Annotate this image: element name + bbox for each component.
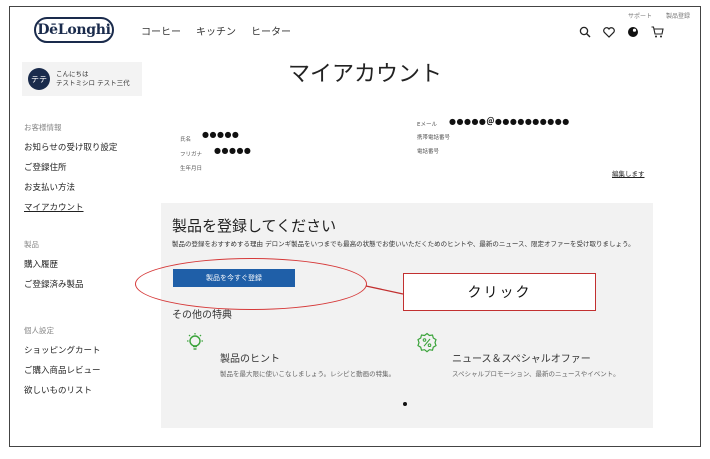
sidebar-item-payment-methods[interactable]: お支払い方法	[24, 181, 75, 193]
sidebar-item-registered-products[interactable]: ご登録済み製品	[24, 278, 84, 290]
main-nav: コーヒー キッチン ヒーター	[141, 23, 291, 38]
email-value: ●●●●●＠●●●●●●●●●●	[449, 117, 570, 126]
kana-label: フリガナ	[180, 152, 203, 158]
name-label: 氏名	[180, 137, 192, 143]
register-title: 製品を登録してください	[172, 217, 337, 235]
sidebar-section-personal-settings: 個人設定	[24, 326, 54, 335]
greeting-hello: こんにちは	[56, 70, 89, 78]
nav-kitchen[interactable]: キッチン	[196, 23, 236, 38]
greeting-card: テテ こんにちは テストミシロ テスト三代	[22, 62, 142, 96]
edit-link[interactable]: 編集します	[612, 168, 645, 178]
register-panel	[161, 203, 653, 428]
benefit-tips-description: 製品を最大限に使いこなしましょう。レシピと動画の特集。	[220, 370, 396, 378]
sidebar-section-products: 製品	[24, 240, 39, 249]
account-icon[interactable]	[626, 25, 640, 39]
email-label: Eメール	[417, 122, 437, 128]
lightbulb-icon	[187, 333, 203, 350]
nav-coffee[interactable]: コーヒー	[141, 23, 181, 38]
carousel-dot[interactable]	[403, 402, 407, 406]
avatar: テテ	[28, 68, 50, 90]
sidebar-item-shopping-cart[interactable]: ショッピングカート	[24, 344, 101, 356]
benefits-title: その他の特典	[172, 310, 232, 321]
sidebar-item-notification-settings[interactable]: お知らせの受け取り設定	[24, 141, 117, 153]
register-description: 製品の登録をおすすめする理由 デロンギ製品をいつまでも最高の状態でお使いいただく…	[172, 240, 635, 248]
click-callout: クリック	[403, 273, 596, 311]
kana-value: ●●●●●	[214, 146, 252, 155]
sidebar-item-registered-address[interactable]: ご登録住所	[24, 161, 67, 173]
greeting-username: テストミシロ テスト三代	[56, 79, 130, 87]
phone-label: 電話番号	[417, 149, 440, 155]
mobile-label: 携帯電話番号	[417, 135, 451, 141]
percent-badge-icon	[417, 332, 437, 353]
name-value: ●●●●●	[202, 130, 240, 139]
heart-icon[interactable]	[602, 25, 616, 39]
search-icon[interactable]	[578, 25, 592, 39]
birthdate-label: 生年月日	[180, 166, 203, 172]
sidebar-section-customer-info: お客様情報	[24, 123, 62, 132]
nav-heater[interactable]: ヒーター	[251, 23, 291, 38]
cart-icon[interactable]	[650, 25, 664, 39]
page-title: マイアカウント	[287, 62, 442, 87]
sidebar-item-wishlist[interactable]: 欲しいものリスト	[24, 384, 92, 396]
highlight-oval	[135, 258, 367, 310]
sidebar-item-product-reviews[interactable]: ご購入商品レビュー	[24, 364, 101, 376]
benefit-news-title: ニュース＆スペシャルオファー	[452, 354, 591, 365]
benefit-tips-title: 製品のヒント	[220, 354, 280, 365]
support-link[interactable]: サポート	[628, 11, 652, 20]
utility-links: サポート 製品登録	[628, 11, 690, 20]
benefit-news-description: スペシャルプロモーション、最新のニュースやイベント。	[452, 370, 620, 378]
header-icons	[578, 25, 664, 39]
delonghi-logo[interactable]: DēLonghi	[34, 17, 114, 43]
sidebar-item-my-account[interactable]: マイアカウント	[24, 201, 84, 213]
sidebar-item-purchase-history[interactable]: 購入履歴	[24, 258, 58, 270]
logo-text: DēLonghi	[37, 22, 111, 38]
product-registration-link[interactable]: 製品登録	[666, 11, 690, 20]
